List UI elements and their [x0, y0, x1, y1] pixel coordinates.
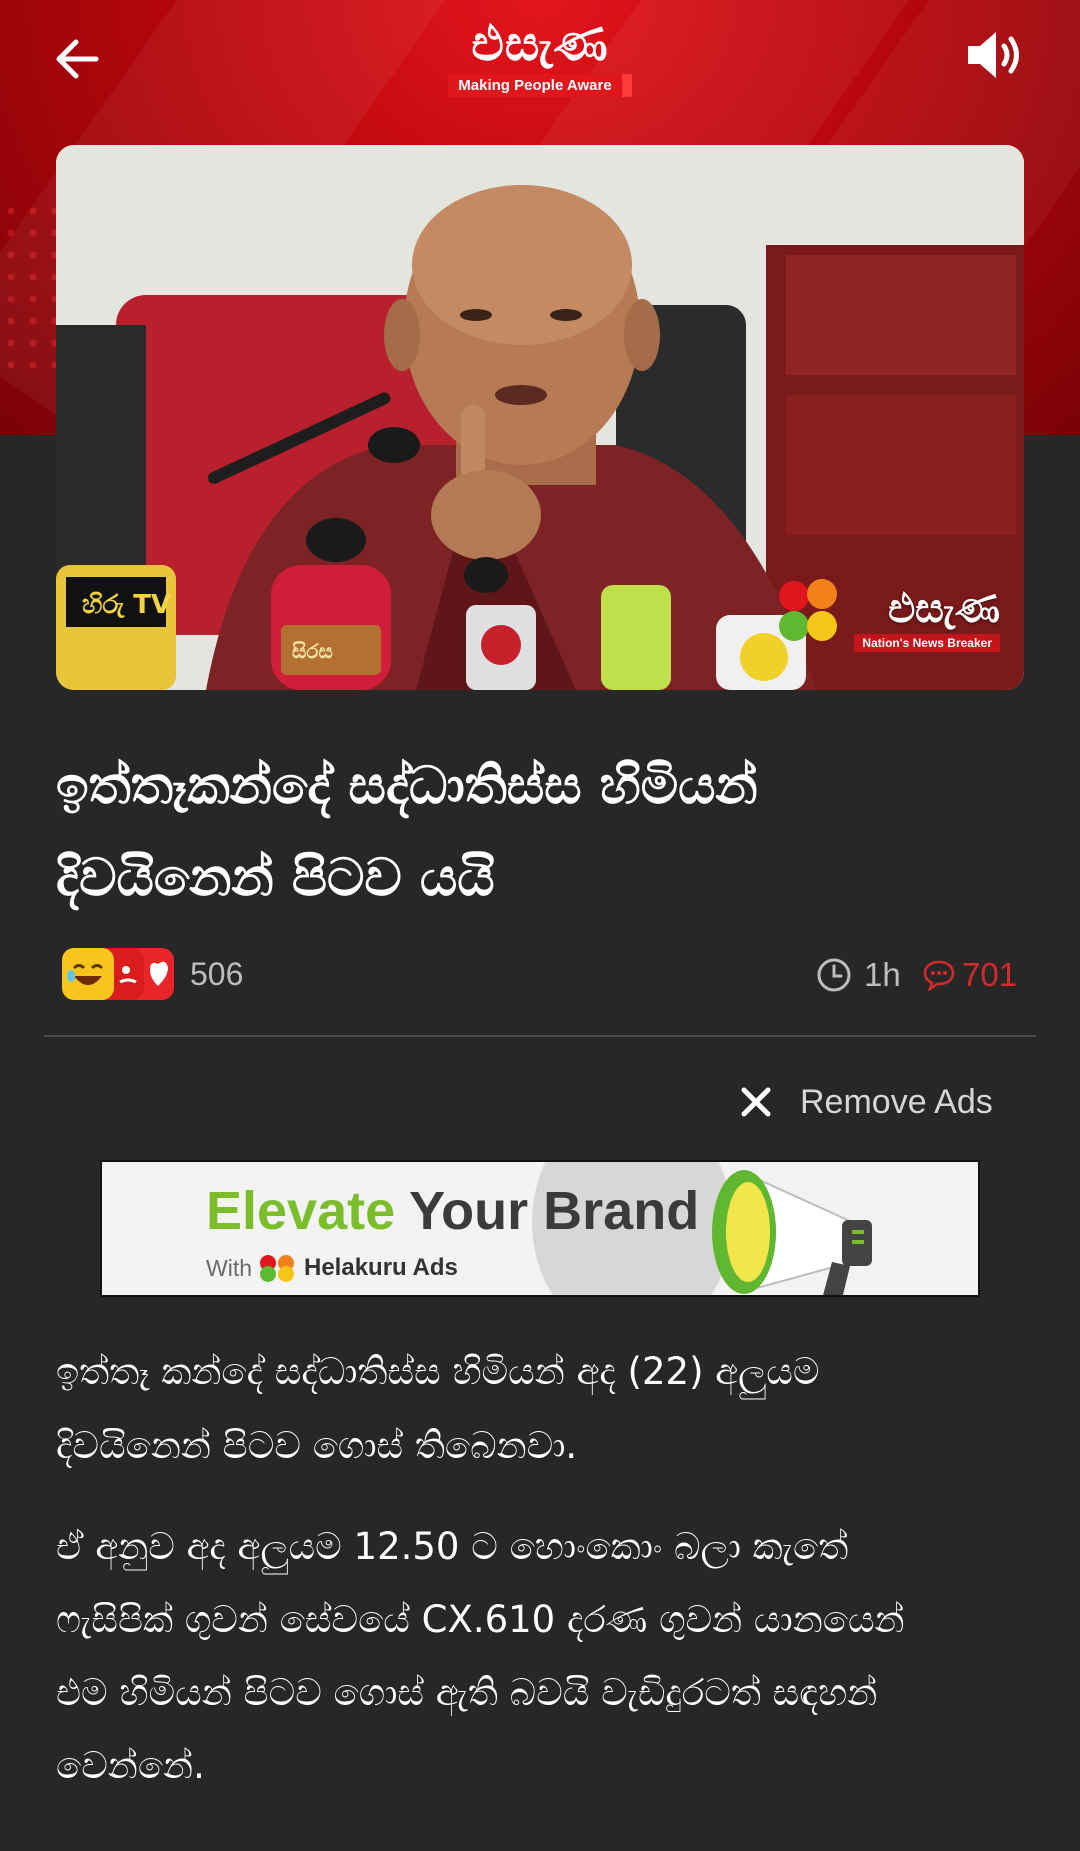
- ad-headline-word-2: Your Brand: [409, 1181, 700, 1241]
- clock-icon: [817, 958, 851, 992]
- ad-subline: With Helakuru Ads: [206, 1254, 458, 1282]
- article-hero-image: හිරු TV සිරස එසැණ Nation's News Breaker: [56, 145, 1024, 690]
- headline-line-1: ඉත්තෑකන්දේ සද්ධාතිස්ස හිමියන්: [56, 756, 758, 816]
- ad-with-text: With: [206, 1254, 252, 1281]
- comments-button[interactable]: 701: [922, 955, 1017, 995]
- image-watermark: එසැණ Nation's News Breaker: [854, 585, 1000, 652]
- paragraph-1-line-1: ඉත්තෑ කන්දේ සද්ධාතිස්ස හිමියන් අද (22) අ…: [56, 1350, 820, 1393]
- back-button[interactable]: [48, 30, 106, 88]
- helakuru-logo-icon: [260, 1255, 294, 1282]
- watermark-logo-text: එසැණ: [888, 585, 1000, 632]
- reactions-summary[interactable]: 506: [62, 948, 243, 1000]
- close-icon: [741, 1087, 771, 1117]
- paragraph-2-line-3: එම හිමියන් පිටව ගොස් ඇති බවයි වැඩිදුරටත්…: [56, 1671, 878, 1714]
- ad-headline: Elevate Your Brand: [206, 1180, 699, 1242]
- ad-headline-word-1: Elevate: [206, 1181, 396, 1241]
- time-ago: 1h: [864, 956, 901, 993]
- remove-ads-label: Remove Ads: [800, 1082, 993, 1121]
- mic-label-hiru: හිරු TV: [82, 590, 171, 620]
- comment-bubble-icon: [923, 960, 955, 991]
- ad-brand-name: Helakuru Ads: [304, 1254, 458, 1281]
- paragraph-2-line-4: වෙන්නේ.: [56, 1744, 205, 1787]
- article-paragraph-2: ඒ අනුව අද අලුයම 12.50 ට හොංකොං බලා කැතේ …: [56, 1510, 1026, 1802]
- divider: [44, 1035, 1036, 1037]
- ad-banner[interactable]: Elevate Your Brand With Helakuru Ads: [100, 1160, 980, 1297]
- watermark-tagline: Nation's News Breaker: [854, 634, 1000, 652]
- article-headline: ඉත්තෑකන්දේ සද්ධාතිස්ස හිමියන් දිවයිනෙන් …: [56, 740, 1026, 924]
- app-logo: එසැණ Making People Aware: [430, 16, 650, 104]
- logo-tagline: Making People Aware: [448, 74, 632, 97]
- comment-count: 701: [962, 956, 1018, 993]
- megaphone-icon: [712, 1170, 872, 1295]
- article-paragraph-1: ඉත්තෑ කන්දේ සද්ධාතිස්ස හිමියන් අද (22) අ…: [56, 1335, 1026, 1483]
- sound-button[interactable]: [960, 22, 1026, 88]
- remove-ads-button[interactable]: Remove Ads: [740, 1078, 993, 1126]
- reaction-count: 506: [190, 955, 244, 992]
- paragraph-2-line-2: ෆැසිපික් ගුවන් සේවයේ CX.610 දරණ ගුවන් යා…: [56, 1598, 905, 1641]
- logo-text: එසැණ: [471, 16, 609, 72]
- mic-label-sirasa: සිරස: [292, 639, 333, 663]
- publish-time: 1h: [816, 955, 901, 995]
- arrow-left-icon: [56, 39, 99, 79]
- paragraph-2-line-1: ඒ අනුව අද අලුයම 12.50 ට හොංකොං බලා කැතේ: [56, 1525, 849, 1568]
- speaker-icon: [968, 32, 1019, 78]
- paragraph-1-line-2: දිවයිනෙන් පිටව ගොස් තිබෙනවා.: [56, 1424, 578, 1467]
- laugh-emoji-icon: [62, 948, 114, 1000]
- watermark-logo-dots: [779, 579, 837, 641]
- headline-line-2: දිවයිනෙන් පිටව යයි: [56, 848, 495, 908]
